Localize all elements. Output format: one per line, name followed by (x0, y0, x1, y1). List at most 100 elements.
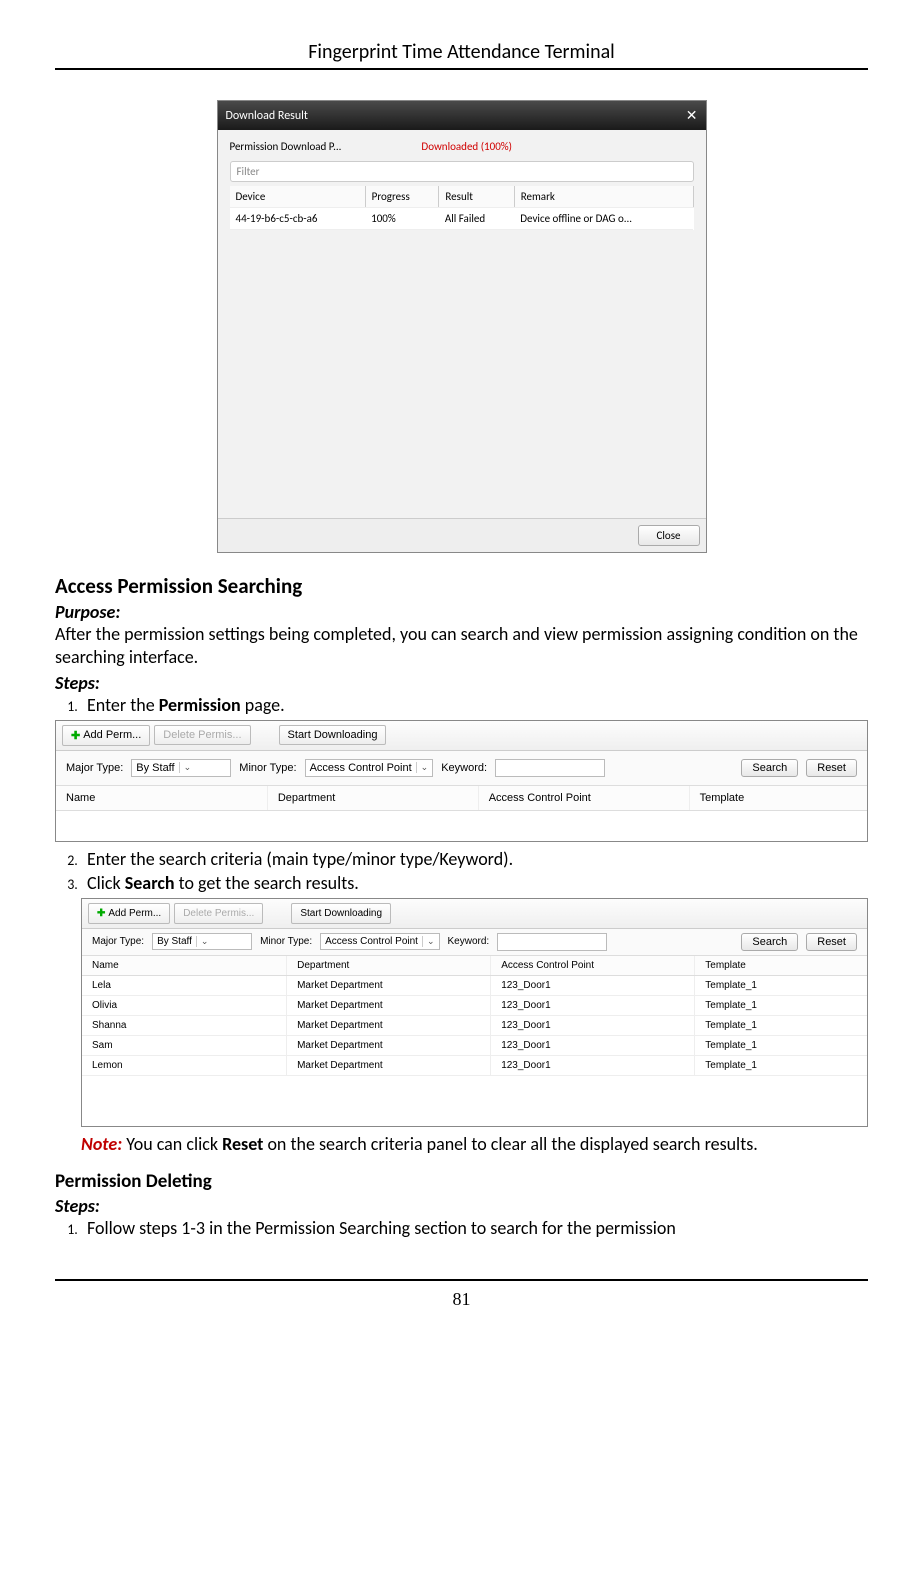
cell-name: Sam (82, 1036, 286, 1055)
col-acp: Access Control Point (490, 956, 694, 975)
col-dept: Department (286, 956, 490, 975)
minor-type-value: Access Control Point (310, 762, 412, 774)
document-header: Fingerprint Time Attendance Terminal (55, 40, 868, 70)
purpose-text: After the permission settings being comp… (55, 623, 868, 670)
delete-permission-button[interactable]: Delete Permis... (174, 903, 263, 924)
col-remark: Remark (514, 186, 693, 208)
keyword-label: Keyword: (441, 762, 487, 774)
minor-type-select[interactable]: Access Control Point ⌄ (305, 759, 434, 777)
cell-progress: 100% (365, 208, 439, 230)
table-row: LemonMarket Department123_Door1Template_… (82, 1056, 867, 1076)
plus-icon: ✚ (71, 729, 80, 742)
chevron-down-icon: ⌄ (422, 936, 435, 947)
start-downloading-button[interactable]: Start Downloading (279, 725, 387, 745)
note-text-c: on the search criteria panel to clear al… (263, 1133, 757, 1155)
cell-tmpl: Template_1 (694, 976, 867, 995)
col-tmpl: Template (689, 786, 867, 810)
cell-acp: 123_Door1 (490, 996, 694, 1015)
minor-type-value: Access Control Point (325, 936, 418, 947)
note-text-a: You can click (122, 1133, 222, 1155)
cell-device: 44-19-b6-c5-cb-a6 (230, 208, 366, 230)
keyword-input[interactable] (497, 933, 607, 951)
chevron-down-icon: ⌄ (196, 936, 209, 947)
col-dept: Department (267, 786, 478, 810)
note-label: Note: (81, 1133, 122, 1155)
keyword-input[interactable] (495, 759, 605, 777)
download-result-dialog: Download Result ✕ Permission Download P.… (217, 100, 707, 553)
col-name: Name (82, 956, 286, 975)
col-name: Name (56, 786, 267, 810)
col-tmpl: Template (694, 956, 867, 975)
col-acp: Access Control Point (478, 786, 689, 810)
reset-button[interactable]: Reset (806, 933, 857, 951)
add-permission-button[interactable]: ✚Add Perm... (88, 903, 170, 924)
close-icon[interactable]: ✕ (686, 107, 698, 124)
chevron-down-icon: ⌄ (416, 762, 429, 773)
step3-text-c: to get the search results. (175, 872, 359, 894)
cell-acp: 123_Door1 (490, 1036, 694, 1055)
minor-type-label: Minor Type: (260, 936, 312, 947)
start-downloading-button[interactable]: Start Downloading (291, 903, 391, 924)
cell-name: Lela (82, 976, 286, 995)
download-table: Device Progress Result Remark 44-19-b6-c… (230, 186, 694, 230)
step-1: Enter the Permission page. (81, 694, 868, 716)
table-row: 44-19-b6-c5-cb-a6 100% All Failed Device… (230, 208, 694, 230)
cell-tmpl: Template_1 (694, 1016, 867, 1035)
permission-panel-empty: ✚Add Perm... Delete Permis... Start Down… (55, 720, 868, 842)
col-device: Device (230, 186, 366, 208)
major-type-label: Major Type: (92, 936, 144, 947)
table-row: ShannaMarket Department123_Door1Template… (82, 1016, 867, 1036)
heading-permission-deleting: Permission Deleting (55, 1170, 868, 1193)
major-type-select[interactable]: By Staff⌄ (131, 759, 231, 777)
cell-dept: Market Department (286, 1016, 490, 1035)
table-row: OliviaMarket Department123_Door1Template… (82, 996, 867, 1016)
page-number: 81 (55, 1279, 868, 1310)
dialog-title: Download Result (226, 109, 308, 123)
add-permission-button[interactable]: ✚Add Perm... (62, 725, 150, 746)
cell-acp: 123_Door1 (490, 976, 694, 995)
cell-dept: Market Department (286, 976, 490, 995)
step1-text-a: Enter the (87, 694, 159, 716)
minor-type-label: Minor Type: (239, 762, 296, 774)
filter-input[interactable]: Filter (230, 161, 694, 182)
reset-button[interactable]: Reset (806, 759, 857, 777)
minor-type-select[interactable]: Access Control Point ⌄ (320, 933, 439, 950)
close-button[interactable]: Close (638, 525, 700, 546)
cell-name: Lemon (82, 1056, 286, 1075)
col-progress: Progress (365, 186, 439, 208)
cell-acp: 123_Door1 (490, 1016, 694, 1035)
cell-remark: Device offline or DAG o... (514, 208, 693, 230)
heading-access-permission-searching: Access Permission Searching (55, 573, 868, 599)
cell-dept: Market Department (286, 996, 490, 1015)
major-type-value: By Staff (157, 936, 192, 947)
cell-tmpl: Template_1 (694, 996, 867, 1015)
table-row: LelaMarket Department123_Door1Template_1 (82, 976, 867, 996)
note-text-b: Reset (222, 1133, 263, 1155)
add-label: Add Perm... (83, 729, 141, 741)
chevron-down-icon: ⌄ (179, 762, 192, 773)
cell-dept: Market Department (286, 1056, 490, 1075)
step-2: Enter the search criteria (main type/min… (81, 848, 868, 870)
cell-result: All Failed (439, 208, 514, 230)
cell-dept: Market Department (286, 1036, 490, 1055)
table-row: SamMarket Department123_Door1Template_1 (82, 1036, 867, 1056)
delete-step-1: Follow steps 1-3 in the Permission Searc… (81, 1217, 868, 1239)
col-result: Result (439, 186, 514, 208)
purpose-label: Purpose: (55, 601, 868, 623)
search-button[interactable]: Search (741, 933, 798, 951)
cell-tmpl: Template_1 (694, 1056, 867, 1075)
add-label: Add Perm... (108, 908, 161, 919)
download-status-value: Downloaded (100%) (421, 140, 512, 153)
search-button[interactable]: Search (741, 759, 798, 777)
keyword-label: Keyword: (448, 936, 490, 947)
major-type-select[interactable]: By Staff ⌄ (152, 933, 252, 950)
steps-label-2: Steps: (55, 1195, 868, 1217)
cell-name: Olivia (82, 996, 286, 1015)
steps-label: Steps: (55, 672, 868, 694)
cell-tmpl: Template_1 (694, 1036, 867, 1055)
step-3: Click Search to get the search results. (81, 872, 868, 894)
dialog-titlebar: Download Result ✕ (218, 101, 706, 130)
step3-text-b: Search (125, 872, 175, 894)
delete-permission-button[interactable]: Delete Permis... (154, 725, 250, 745)
download-status-label: Permission Download P... (230, 140, 342, 153)
